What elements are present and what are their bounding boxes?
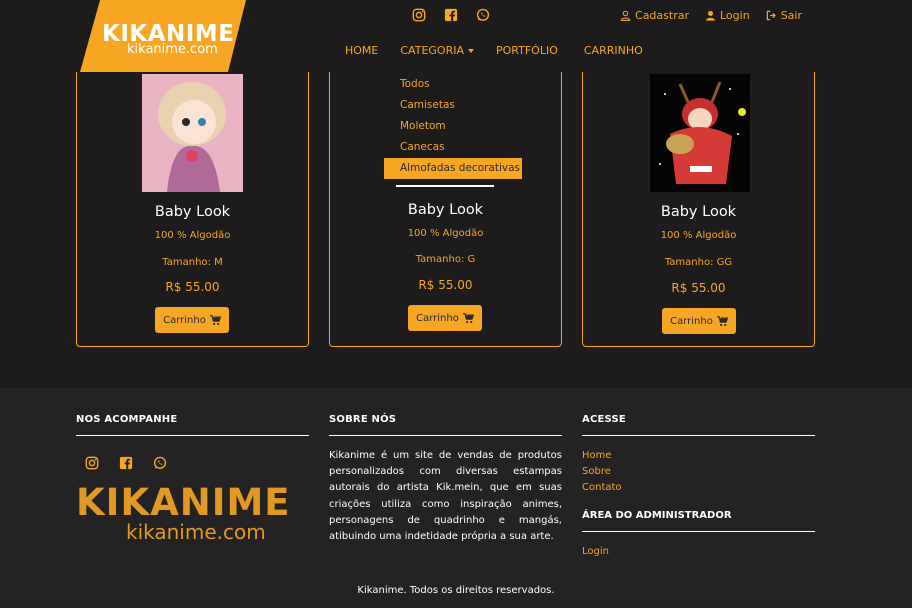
nav-category-label: CATEGORIA: [400, 44, 464, 57]
product-price: R$ 55.00: [165, 280, 220, 294]
login-link[interactable]: Login: [705, 9, 750, 22]
login-label: Login: [720, 9, 750, 22]
product-price: R$ 55.00: [418, 278, 473, 292]
footer-about-text: Kikanime é um site de vendas de produtos…: [329, 450, 562, 543]
product-material: 100 % Algodão: [154, 230, 231, 241]
category-dropdown: Todos Camisetas Moletom Canecas Almofada…: [383, 70, 523, 185]
footer-admin-login-link[interactable]: Login: [582, 544, 815, 560]
footer-admin-title: ÁREA DO ADMINISTRADOR: [582, 510, 815, 532]
footer-follow-column: NOS ACOMPANHE KIKANIME kikanime.com: [76, 414, 309, 548]
signup-label: Cadastrar: [635, 9, 689, 22]
add-to-cart-label: Carrinho: [670, 315, 713, 327]
product-image[interactable]: [650, 74, 750, 192]
dropdown-item-moletom[interactable]: Moletom: [383, 116, 523, 137]
header-social-links: [412, 8, 490, 22]
caret-down-icon: [468, 49, 474, 53]
add-to-cart-button[interactable]: Carrinho: [408, 305, 482, 331]
product-card: Baby Look 100 % Algodão Tamanho: M R$ 55…: [76, 40, 309, 347]
footer-logo-brand: KIKANIME: [76, 481, 291, 524]
footer-about-title: SOBRE NÓS: [329, 414, 562, 436]
signup-link[interactable]: Cadastrar: [620, 9, 689, 22]
add-to-cart-button[interactable]: Carrinho: [662, 308, 736, 334]
footer-social-links: [85, 456, 309, 470]
add-to-cart-button[interactable]: Carrinho: [155, 307, 229, 333]
instagram-icon[interactable]: [412, 8, 426, 22]
logout-link[interactable]: Sair: [766, 9, 802, 22]
product-size: Tamanho: GG: [664, 257, 733, 268]
whatsapp-icon[interactable]: [153, 456, 167, 470]
user-solid-icon: [706, 10, 715, 21]
cart-icon: [462, 312, 474, 323]
footer-logo: KIKANIME kikanime.com: [76, 484, 309, 548]
main-nav: HOME CATEGORIA PORTFÓLIO CARRINHO: [345, 44, 643, 57]
logout-label: Sair: [780, 9, 802, 22]
product-material: 100 % Algodão: [407, 228, 484, 239]
product-material: 100 % Algodão: [660, 230, 737, 241]
copyright-text: Kikanime. Todos os direitos reservados.: [357, 585, 555, 596]
dropdown-item-todos[interactable]: Todos: [383, 74, 523, 95]
nav-portfolio[interactable]: PORTFÓLIO: [496, 44, 558, 57]
nav-cart[interactable]: CARRINHO: [584, 44, 643, 57]
footer-link-home[interactable]: Home: [582, 448, 815, 464]
nav-home[interactable]: HOME: [345, 44, 378, 57]
logo-domain-text: kikanime.com: [127, 42, 218, 57]
product-size: Tamanho: G: [415, 254, 476, 265]
product-title: Baby Look: [407, 202, 484, 218]
whatsapp-icon[interactable]: [476, 8, 490, 22]
dropdown-item-almofadas[interactable]: Almofadas decorativas: [384, 158, 522, 179]
site-logo[interactable]: KIKANIME kikanime.com: [80, 0, 246, 72]
product-size: Tamanho: M: [162, 257, 223, 268]
product-title: Baby Look: [154, 204, 231, 220]
footer-about-column: SOBRE NÓS Kikanime é um site de vendas d…: [329, 414, 562, 545]
dropdown-item-camisetas[interactable]: Camisetas: [383, 95, 523, 116]
product-image[interactable]: [142, 74, 243, 192]
product-price: R$ 55.00: [671, 281, 726, 295]
facebook-icon[interactable]: [444, 8, 458, 22]
cart-icon: [209, 314, 221, 325]
footer-access-column: ACESSE Home Sobre Contato ÁREA DO ADMINI…: [582, 414, 815, 560]
instagram-icon[interactable]: [85, 456, 99, 470]
add-to-cart-label: Carrinho: [163, 314, 206, 326]
sign-out-icon: [766, 10, 776, 21]
nav-category[interactable]: CATEGORIA: [400, 44, 474, 57]
footer-access-title: ACESSE: [582, 414, 815, 436]
footer-link-about[interactable]: Sobre: [582, 464, 815, 480]
user-icon: [620, 10, 631, 21]
cart-icon: [716, 315, 728, 326]
footer-follow-title: NOS ACOMPANHE: [76, 414, 309, 436]
facebook-icon[interactable]: [119, 456, 133, 470]
product-card: Baby Look 100 % Algodão Tamanho: GG R$ 5…: [582, 40, 815, 347]
product-title: Baby Look: [660, 204, 737, 220]
footer-admin-links: Login: [582, 544, 815, 560]
add-to-cart-label: Carrinho: [416, 312, 459, 324]
footer-links: Home Sobre Contato: [582, 448, 815, 496]
footer: NOS ACOMPANHE KIKANIME kikanime.com SOBR…: [0, 388, 912, 608]
auth-links: Cadastrar Login Sair: [620, 9, 802, 22]
footer-logo-domain: kikanime.com: [126, 520, 266, 544]
dropdown-item-canecas[interactable]: Canecas: [383, 137, 523, 158]
footer-link-contact[interactable]: Contato: [582, 480, 815, 496]
